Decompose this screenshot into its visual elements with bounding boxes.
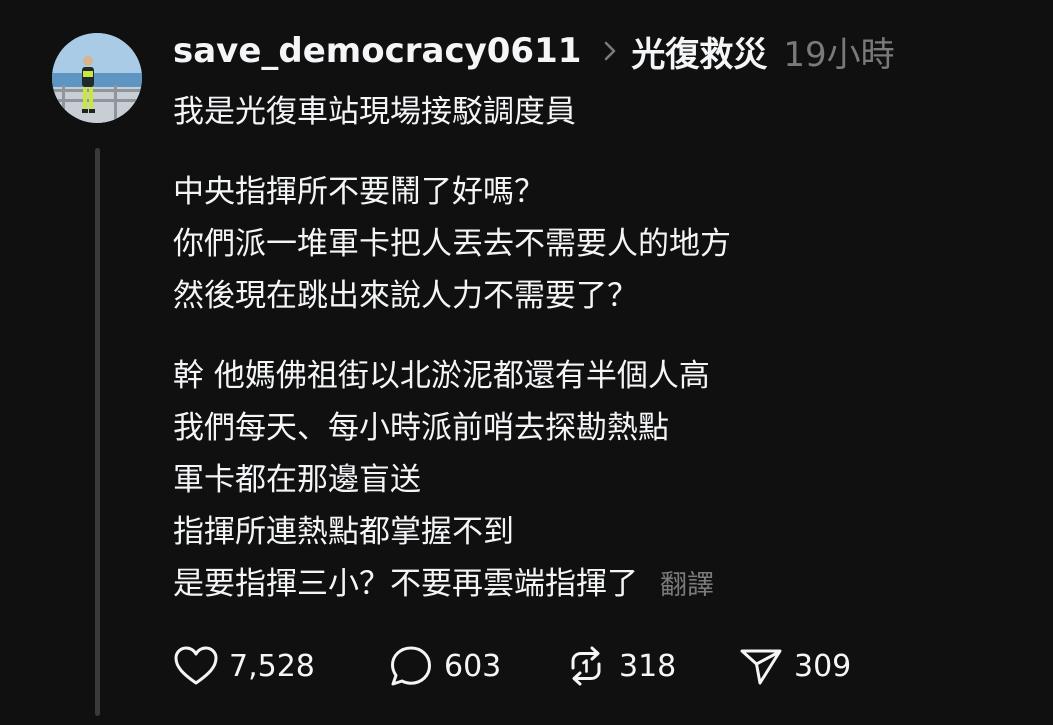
repost-icon [563,644,609,688]
avatar-image [52,33,142,123]
chevron-right-icon [603,40,617,62]
post-paragraph: 中央指揮所不要鬧了好嗎？ 你們派一堆軍卡把人丟去不需要人的地方 然後現在跳出來說… [173,166,1033,322]
post-line: 指揮所連熱點都掌握不到 [173,514,514,550]
post-line: 我是光復車站現場接駁調度員 [173,94,576,130]
repost-count: 318 [619,648,677,684]
community-tag[interactable]: 光復救災 [631,27,767,76]
post-line: 然後現在跳出來說人力不需要了？ [173,278,638,314]
post-time: 19小時 [783,34,895,75]
avatar[interactable] [52,33,142,123]
share-count: 309 [794,648,852,684]
send-icon [738,644,784,688]
reply-button[interactable]: 603 [388,644,563,688]
username[interactable]: save_democracy0611 [173,31,581,71]
post-line: 軍卡都在那邊盲送 [173,462,421,498]
action-bar: 7,528 603 318 309 [173,640,851,692]
post-paragraph: 我是光復車站現場接駁調度員 [173,86,1033,138]
post-line: 幹 他媽佛祖街以北淤泥都還有半個人高 [173,358,710,394]
post-line: 我們每天、每小時派前哨去探勘熱點 [173,410,669,446]
post-line-last: 是要指揮三小？不要再雲端指揮了 翻譯 [173,558,1033,612]
thread-line [95,148,100,716]
share-button[interactable]: 309 [738,644,851,688]
like-count: 7,528 [229,648,315,684]
like-button[interactable]: 7,528 [173,645,388,687]
post-body: 我是光復車站現場接駁調度員 中央指揮所不要鬧了好嗎？ 你們派一堆軍卡把人丟去不需… [173,86,1033,612]
comment-bubble-icon [388,644,434,688]
translate-link[interactable]: 翻譯 [660,570,714,601]
repost-button[interactable]: 318 [563,644,738,688]
post-header: save_democracy0611 光復救災 19小時 [173,27,895,76]
post-line: 中央指揮所不要鬧了好嗎？ [173,174,545,210]
post-line: 你們派一堆軍卡把人丟去不需要人的地方 [173,226,731,262]
heart-icon [173,645,219,687]
post-paragraph: 幹 他媽佛祖街以北淤泥都還有半個人高 我們每天、每小時派前哨去探勘熱點 軍卡都在… [173,350,1033,612]
reply-count: 603 [444,648,502,684]
post-line-text: 是要指揮三小？不要再雲端指揮了 [173,566,638,602]
